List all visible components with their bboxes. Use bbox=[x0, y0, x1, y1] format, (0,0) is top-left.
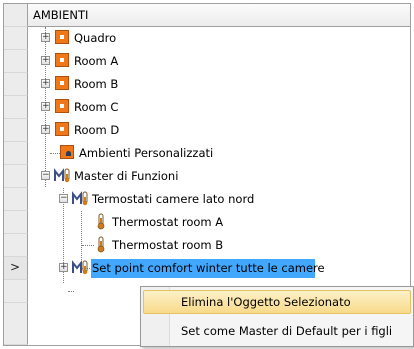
tree-node-label: Master di Funzioni bbox=[74, 169, 179, 183]
expand-icon[interactable]: + bbox=[41, 102, 50, 111]
menu-item-elimina-oggetto[interactable]: Elimina l'Oggetto Selezionato bbox=[143, 290, 411, 314]
tree-node-termostati-lato-nord[interactable]: − Termostati camere lato nord bbox=[28, 188, 410, 211]
tree-node-label: Room A bbox=[74, 54, 119, 68]
custom-room-icon bbox=[60, 145, 74, 159]
room-folder-icon bbox=[55, 76, 69, 90]
row-header[interactable] bbox=[4, 303, 28, 345]
menu-item-label: Elimina l'Oggetto Selezionato bbox=[181, 295, 351, 309]
tree-node-label: Room B bbox=[74, 77, 119, 91]
tree-node-quadro[interactable]: + Quadro bbox=[28, 27, 410, 50]
expand-icon[interactable]: + bbox=[41, 125, 50, 134]
tree-node-thermostat-room-a[interactable]: Thermostat room A bbox=[28, 211, 410, 234]
tree-node-label: Thermostat room A bbox=[112, 215, 224, 229]
tree-node-label: Thermostat room B bbox=[112, 238, 224, 252]
row-header[interactable] bbox=[4, 50, 28, 73]
corner-header[interactable] bbox=[4, 4, 28, 27]
row-header[interactable] bbox=[4, 96, 28, 119]
expand-icon[interactable]: + bbox=[41, 56, 50, 65]
row-header[interactable] bbox=[4, 27, 28, 50]
row-header[interactable] bbox=[4, 142, 28, 165]
tree-node-label: Room C bbox=[74, 100, 119, 114]
room-folder-icon bbox=[55, 99, 69, 113]
tree-node-set-point-comfort-winter[interactable]: + Set point comfort winter tutte le came… bbox=[28, 257, 410, 280]
expand-icon[interactable]: + bbox=[41, 33, 50, 42]
column-header-ambienti[interactable]: AMBIENTI bbox=[28, 4, 410, 27]
room-folder-icon bbox=[55, 53, 69, 67]
row-header-column: > bbox=[4, 4, 28, 345]
tree-node-thermostat-room-b[interactable]: Thermostat room B bbox=[28, 234, 410, 257]
tree-node-label: Termostati camere lato nord bbox=[92, 192, 255, 206]
row-header[interactable] bbox=[4, 280, 28, 303]
row-header[interactable] bbox=[4, 73, 28, 96]
current-row-indicator: > bbox=[10, 260, 21, 274]
expand-icon[interactable]: + bbox=[59, 263, 68, 272]
master-functions-icon bbox=[72, 191, 88, 206]
collapse-icon[interactable]: − bbox=[41, 171, 50, 180]
row-header[interactable] bbox=[4, 165, 28, 188]
thermometer-icon bbox=[97, 236, 105, 253]
menu-item-set-master-default[interactable]: Set come Master di Default per i figli bbox=[143, 319, 411, 343]
tree-node-room-d[interactable]: + Room D bbox=[28, 119, 410, 142]
tree-node-label: Quadro bbox=[74, 31, 117, 45]
room-folder-icon bbox=[55, 122, 69, 136]
master-functions-icon bbox=[72, 260, 88, 275]
tree-node-room-b[interactable]: + Room B bbox=[28, 73, 410, 96]
row-header[interactable] bbox=[4, 234, 28, 257]
menu-item-label: Set come Master di Default per i figli bbox=[181, 324, 393, 338]
master-functions-icon bbox=[54, 168, 70, 183]
tree-node-room-c[interactable]: + Room C bbox=[28, 96, 410, 119]
room-folder-icon bbox=[55, 30, 69, 44]
tree-node-ambienti-personalizzati[interactable]: Ambienti Personalizzati bbox=[28, 142, 410, 165]
row-header[interactable] bbox=[4, 119, 28, 142]
tree-node-room-a[interactable]: + Room A bbox=[28, 50, 410, 73]
tree-node-master-di-funzioni[interactable]: − Master di Funzioni bbox=[28, 165, 410, 188]
expand-icon[interactable]: + bbox=[41, 79, 50, 88]
thermometer-icon bbox=[97, 213, 105, 230]
row-header[interactable] bbox=[4, 188, 28, 211]
tree-node-label-selected: Set point comfort winter tutte le camere bbox=[91, 259, 325, 278]
tree-node-label: Room D bbox=[74, 123, 120, 137]
collapse-icon[interactable]: − bbox=[59, 194, 68, 203]
tree-node-label: Ambienti Personalizzati bbox=[79, 146, 214, 160]
context-menu: Elimina l'Oggetto Selezionato Set come M… bbox=[140, 286, 414, 347]
column-header-label: AMBIENTI bbox=[33, 8, 89, 22]
row-header-current[interactable]: > bbox=[4, 257, 28, 280]
row-header[interactable] bbox=[4, 211, 28, 234]
